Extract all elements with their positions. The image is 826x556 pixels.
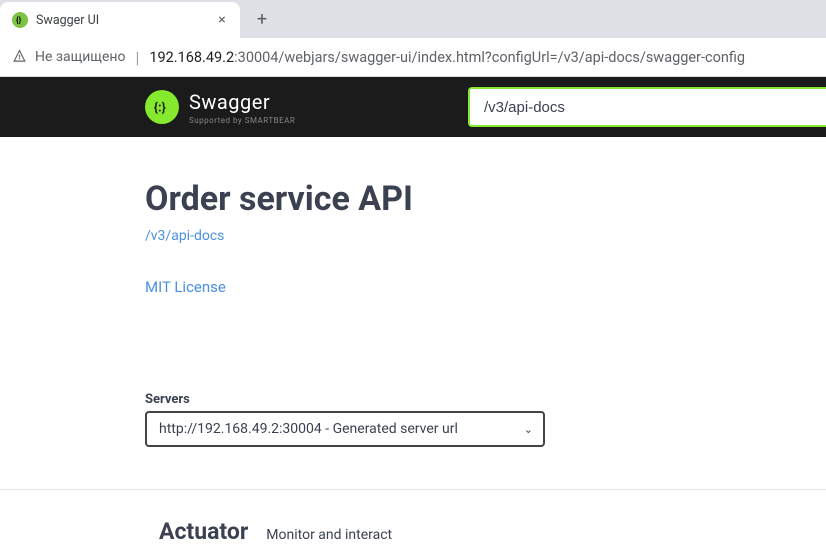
swagger-logo-text-block: Swagger Supported by SMARTBEAR	[189, 90, 295, 125]
address-separator: |	[135, 48, 139, 67]
swagger-brand-text: Swagger	[189, 90, 295, 114]
browser-chrome: {} Swagger UI × + Не защищено | 192.168.…	[0, 0, 826, 77]
tab-title: Swagger UI	[36, 13, 206, 28]
license-link[interactable]: MIT License	[145, 278, 226, 296]
new-tab-button[interactable]: +	[248, 5, 276, 33]
server-select-value: http://192.168.49.2:30004 - Generated se…	[159, 421, 524, 437]
swagger-logo[interactable]: {:} Swagger Supported by SMARTBEAR	[145, 90, 295, 125]
tag-section[interactable]: Actuator Monitor and interact	[145, 518, 826, 545]
spec-url-input-wrapper	[468, 87, 826, 127]
svg-text:{:}: {:}	[154, 101, 166, 116]
tag-name: Actuator	[159, 518, 248, 545]
browser-tab[interactable]: {} Swagger UI ×	[0, 2, 240, 38]
main-content: Order service API /v3/api-docs MIT Licen…	[0, 137, 826, 545]
spec-url-input[interactable]	[468, 87, 826, 127]
section-divider	[0, 489, 826, 490]
url-host: 192.168.49.2	[149, 49, 234, 66]
security-label: Не защищено	[35, 49, 125, 65]
tab-bar: {} Swagger UI × +	[0, 0, 826, 38]
address-bar[interactable]: Не защищено | 192.168.49.2:30004/webjars…	[0, 38, 826, 76]
close-icon[interactable]: ×	[214, 12, 230, 28]
servers-label: Servers	[145, 392, 826, 407]
api-title: Order service API	[145, 179, 826, 219]
url-path: :30004/webjars/swagger-ui/index.html?con…	[234, 49, 745, 66]
api-spec-link[interactable]: /v3/api-docs	[145, 228, 224, 244]
swagger-favicon-icon: {}	[12, 12, 28, 28]
swagger-logo-icon: {:}	[145, 90, 179, 124]
url-text: 192.168.49.2:30004/webjars/swagger-ui/in…	[149, 49, 745, 66]
servers-section: Servers http://192.168.49.2:30004 - Gene…	[145, 392, 826, 447]
swagger-header: {:} Swagger Supported by SMARTBEAR	[0, 77, 826, 137]
not-secure-icon	[12, 48, 27, 67]
chevron-down-icon: ⌄	[524, 423, 533, 436]
tag-description: Monitor and interact	[266, 527, 392, 543]
swagger-supported-text: Supported by SMARTBEAR	[189, 116, 295, 125]
svg-text:{}: {}	[16, 16, 22, 25]
server-select[interactable]: http://192.168.49.2:30004 - Generated se…	[145, 411, 545, 447]
